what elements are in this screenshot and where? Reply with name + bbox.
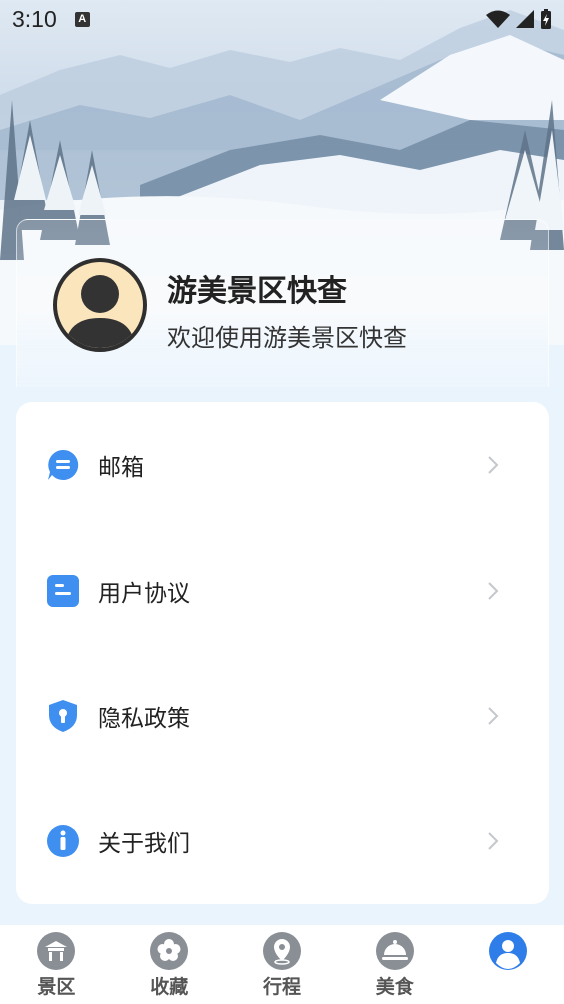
nav-tab-scenic[interactable]: 景区 bbox=[0, 925, 113, 1004]
nav-tab-food[interactable]: 美食 bbox=[338, 925, 451, 1004]
dish-cloche-icon bbox=[375, 932, 414, 970]
menu-item-label: 关于我们 bbox=[98, 831, 190, 857]
info-icon bbox=[47, 825, 79, 857]
flower-icon bbox=[150, 932, 189, 970]
menu-item-label: 邮箱 bbox=[98, 455, 144, 481]
profile-card: 游美景区快查 欢迎使用游美景区快查 bbox=[16, 219, 549, 387]
menu-item-user-agreement[interactable]: 用户协议 bbox=[16, 561, 549, 621]
nav-tab-label: 收藏 bbox=[150, 976, 189, 998]
status-time: 3:10 bbox=[12, 5, 57, 32]
chevron-right-icon bbox=[488, 582, 499, 600]
signal-icon bbox=[516, 10, 534, 28]
menu-item-about-us[interactable]: 关于我们 bbox=[16, 811, 549, 871]
nav-tab-favorites[interactable]: 收藏 bbox=[113, 925, 226, 1004]
status-icons bbox=[486, 9, 552, 29]
menu-item-label: 隐私政策 bbox=[98, 706, 190, 732]
nav-tab-label: 美食 bbox=[375, 976, 414, 998]
nav-tab-label: 行程 bbox=[262, 976, 301, 998]
agreement-icon bbox=[47, 575, 79, 607]
status-bar: 3:10 A bbox=[0, 0, 564, 38]
scenic-gate-icon bbox=[37, 932, 76, 970]
battery-charging-icon bbox=[541, 9, 551, 29]
menu-item-privacy-policy[interactable]: 隐私政策 bbox=[16, 686, 549, 746]
shield-lock-icon bbox=[49, 700, 77, 732]
nav-tab-itinerary[interactable]: 行程 bbox=[226, 925, 339, 1004]
wifi-icon bbox=[486, 10, 510, 28]
chevron-right-icon bbox=[488, 456, 499, 474]
menu-item-label: 用户协议 bbox=[98, 581, 190, 607]
user-icon bbox=[488, 932, 527, 970]
menu-item-mailbox[interactable]: 邮箱 bbox=[16, 435, 549, 495]
nav-tab-label: 景区 bbox=[37, 976, 76, 998]
nav-tab-profile[interactable] bbox=[451, 925, 564, 1004]
a-letter-icon: A bbox=[74, 11, 90, 27]
location-pin-icon bbox=[262, 932, 301, 970]
avatar[interactable] bbox=[53, 258, 147, 352]
bottom-navigation: 景区 收藏 行程 美食 bbox=[0, 925, 564, 1004]
default-avatar-icon bbox=[65, 275, 135, 348]
welcome-text: 欢迎使用游美景区快查 bbox=[167, 324, 407, 352]
app-name: 游美景区快查 bbox=[167, 274, 347, 309]
chevron-right-icon bbox=[488, 707, 499, 725]
settings-menu: 邮箱 用户协议 隐私政策 关于我们 bbox=[16, 402, 549, 904]
mail-chat-icon bbox=[48, 449, 79, 480]
chevron-right-icon bbox=[488, 832, 499, 850]
